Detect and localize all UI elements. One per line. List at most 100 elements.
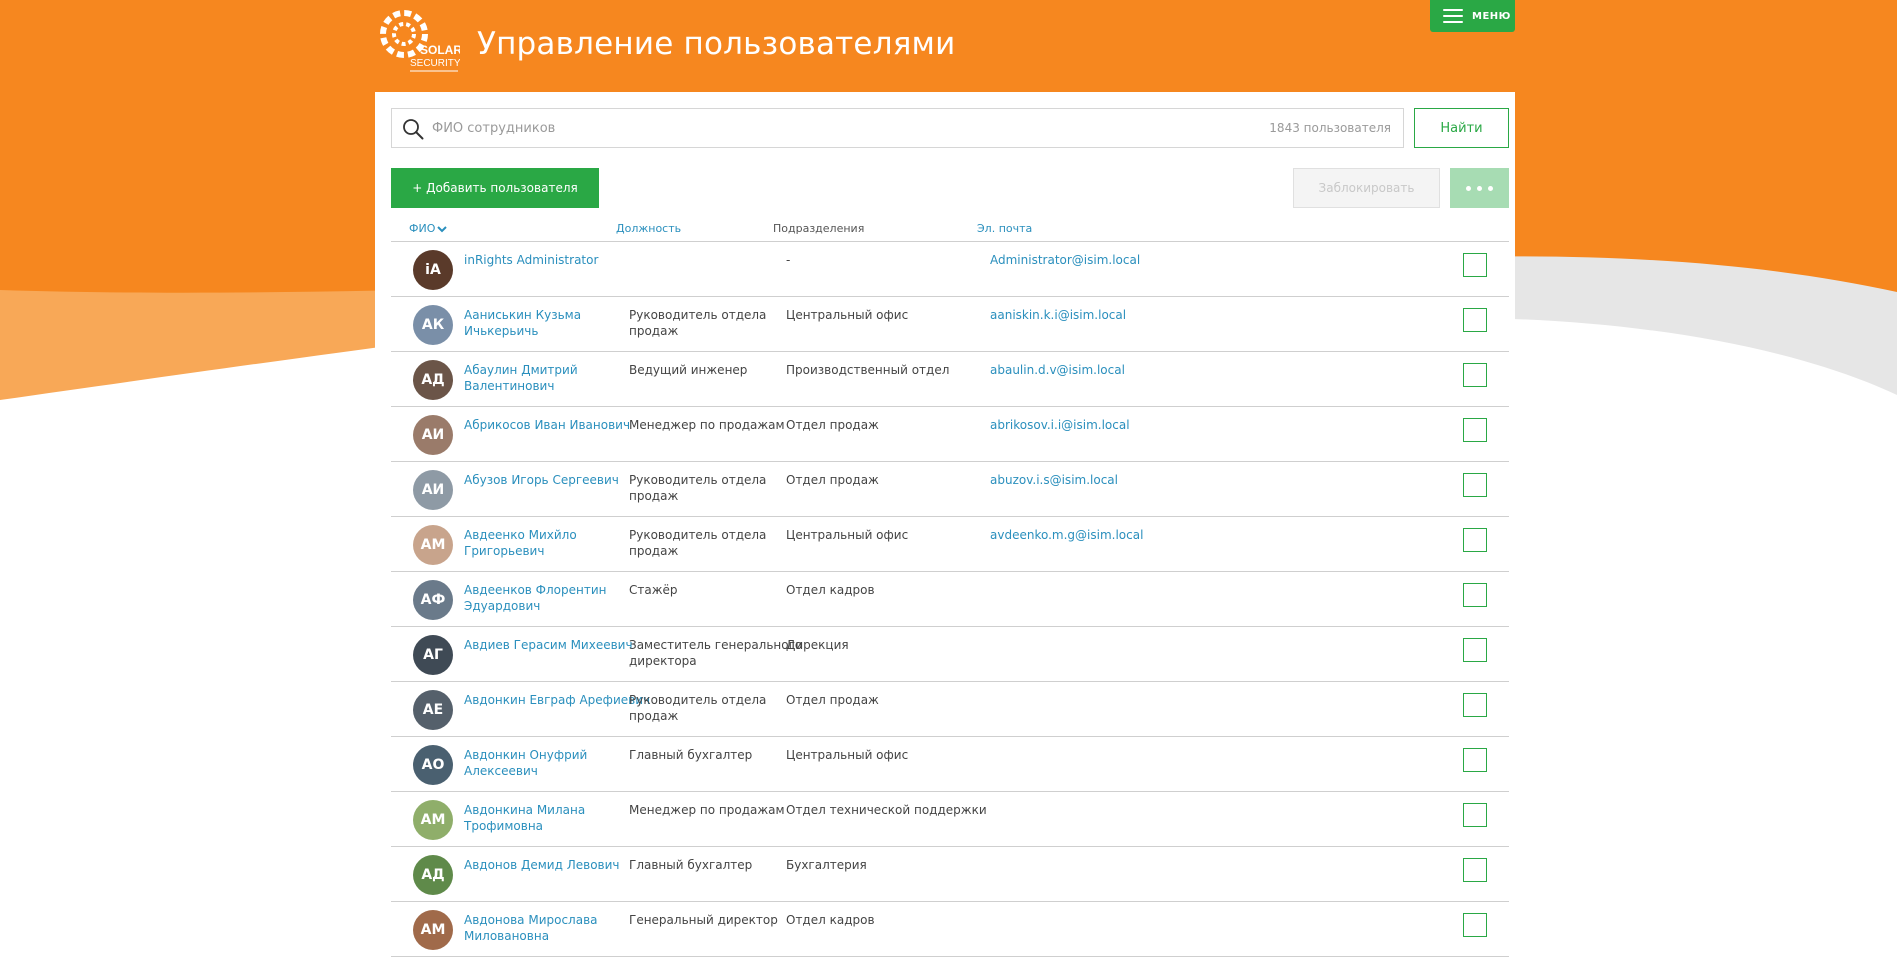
table-row: iA inRights Administrator - Administrator@i… (391, 242, 1509, 297)
user-department: Отдел технической поддержки (786, 803, 987, 817)
hamburger-icon (1443, 9, 1463, 23)
user-email-link[interactable]: abrikosov.i.i@isim.local (990, 417, 1240, 433)
table-row: АИ Абузов Игорь Сергеевич Руководитель отд… (391, 462, 1509, 517)
row-checkbox[interactable] (1463, 418, 1487, 442)
menu-button[interactable]: МЕНЮ (1430, 0, 1515, 32)
user-position: Стажёр (629, 583, 678, 597)
column-header-email[interactable]: Эл. почта (977, 222, 1032, 235)
avatar: АИ (413, 415, 453, 455)
search-bar: 1843 пользователя (391, 108, 1404, 148)
table-row: АМ Авдонкина Милана Трофимовна Менеджер по… (391, 792, 1509, 847)
user-department: Бухгалтерия (786, 858, 867, 872)
solar-security-logo: SOLAR SECURITY (380, 10, 460, 72)
app-header: SOLAR SECURITY Управление пользователями… (375, 0, 1515, 92)
user-name-link[interactable]: Авдеенков Флорентин Эдуардович (464, 582, 654, 614)
table-row: АФ Авдеенков Флорентин Эдуардович Стажёр От… (391, 572, 1509, 627)
search-icon[interactable] (402, 118, 424, 140)
row-checkbox[interactable] (1463, 693, 1487, 717)
user-position: Главный бухгалтер (629, 858, 753, 872)
row-checkbox[interactable] (1463, 913, 1487, 937)
avatar: АК (413, 305, 453, 345)
user-name-link[interactable]: Авдонкин Евграф Арефиевич (464, 692, 654, 708)
sort-desc-icon (437, 226, 448, 233)
users-panel: 1843 пользователя Найти + Добавить польз… (375, 92, 1515, 971)
column-header-name[interactable]: ФИО (409, 222, 448, 235)
avatar: АМ (413, 910, 453, 950)
user-department: Производственный отдел (786, 363, 950, 377)
user-department: Отдел кадров (786, 913, 875, 927)
svg-text:SECURITY: SECURITY (410, 58, 460, 69)
user-email-link[interactable]: aaniskin.k.i@isim.local (990, 307, 1240, 323)
row-checkbox[interactable] (1463, 253, 1487, 277)
avatar: АИ (413, 470, 453, 510)
user-count: 1843 пользователя (1269, 121, 1391, 135)
user-position: Руководитель отдела продаж (629, 308, 767, 338)
table-row: АМ Авдеенко Михйло Григорьевич Руководител… (391, 517, 1509, 572)
user-name-link[interactable]: Абаулин Дмитрий Валентинович (464, 362, 654, 394)
user-department: Отдел кадров (786, 583, 875, 597)
row-checkbox[interactable] (1463, 473, 1487, 497)
user-department: Центральный офис (786, 748, 909, 762)
row-checkbox[interactable] (1463, 748, 1487, 772)
more-actions-button[interactable] (1450, 168, 1509, 208)
user-position: Главный бухгалтер (629, 748, 753, 762)
user-name-link[interactable]: Абузов Игорь Сергеевич (464, 472, 654, 488)
user-name-link[interactable]: Ааниськин Кузьма Ичькерьичь (464, 307, 654, 339)
page-title: Управление пользователями (477, 26, 956, 62)
user-position: Руководитель отдела продаж (629, 693, 767, 723)
avatar: АМ (413, 800, 453, 840)
user-name-link[interactable]: Абрикосов Иван Иванович (464, 417, 654, 433)
user-position: Руководитель отдела продаж (629, 473, 767, 503)
row-checkbox[interactable] (1463, 638, 1487, 662)
user-position: Ведущий инженер (629, 363, 748, 377)
more-dots-icon (1466, 185, 1471, 191)
table-row: АК Ааниськин Кузьма Ичькерьичь Руководител… (391, 297, 1509, 352)
avatar: АО (413, 745, 453, 785)
avatar: АГ (413, 635, 453, 675)
table-row: АД Абаулин Дмитрий Валентинович Ведущий ин… (391, 352, 1509, 407)
row-checkbox[interactable] (1463, 803, 1487, 827)
user-name-link[interactable]: inRights Administrator (464, 252, 654, 268)
svg-text:SOLAR: SOLAR (420, 43, 460, 57)
column-header-position[interactable]: Должность (616, 222, 681, 235)
avatar: iA (413, 250, 453, 290)
block-button[interactable]: Заблокировать (1293, 168, 1440, 208)
user-position: Руководитель отдела продаж (629, 528, 767, 558)
avatar: АД (413, 855, 453, 895)
user-position: Генеральный директор (629, 913, 778, 927)
user-email-link[interactable]: avdeenko.m.g@isim.local (990, 527, 1240, 543)
table-header: ФИО Должность Подразделения Эл. почта (391, 216, 1509, 242)
row-checkbox[interactable] (1463, 308, 1487, 332)
row-checkbox[interactable] (1463, 858, 1487, 882)
avatar: АФ (413, 580, 453, 620)
avatar: АМ (413, 525, 453, 565)
find-button[interactable]: Найти (1414, 108, 1509, 148)
avatar: АД (413, 360, 453, 400)
user-position: Заместитель генерального директора (629, 638, 803, 668)
row-checkbox[interactable] (1463, 583, 1487, 607)
user-name-link[interactable]: Авдонкин Онуфрий Алексеевич (464, 747, 654, 779)
user-department: Центральный офис (786, 528, 909, 542)
user-name-link[interactable]: Авдонкина Милана Трофимовна (464, 802, 654, 834)
user-name-link[interactable]: Авдеенко Михйло Григорьевич (464, 527, 654, 559)
user-name-link[interactable]: Авдиев Герасим Михеевич (464, 637, 654, 653)
avatar: АЕ (413, 690, 453, 730)
column-header-department: Подразделения (773, 222, 865, 235)
user-name-link[interactable]: Авдонов Демид Левович (464, 857, 654, 873)
menu-label: МЕНЮ (1472, 10, 1511, 22)
row-checkbox[interactable] (1463, 363, 1487, 387)
user-department: Дирекция (786, 638, 849, 652)
row-checkbox[interactable] (1463, 528, 1487, 552)
user-position: Менеджер по продажам (629, 418, 785, 432)
user-position: Менеджер по продажам (629, 803, 785, 817)
table-row: АГ Авдиев Герасим Михеевич Заместитель ген… (391, 627, 1509, 682)
table-row: АО Авдонкин Онуфрий Алексеевич Главный бух… (391, 737, 1509, 792)
user-email-link[interactable]: abaulin.d.v@isim.local (990, 362, 1240, 378)
user-email-link[interactable]: Administrator@isim.local (990, 252, 1240, 268)
user-name-link[interactable]: Авдонова Мирослава Миловановна (464, 912, 654, 944)
user-department: - (786, 253, 791, 267)
users-table-body: iA inRights Administrator - Administrator@i… (391, 242, 1509, 957)
user-email-link[interactable]: abuzov.i.s@isim.local (990, 472, 1240, 488)
add-user-button[interactable]: + Добавить пользователя (391, 168, 599, 208)
search-input[interactable] (432, 109, 1212, 147)
